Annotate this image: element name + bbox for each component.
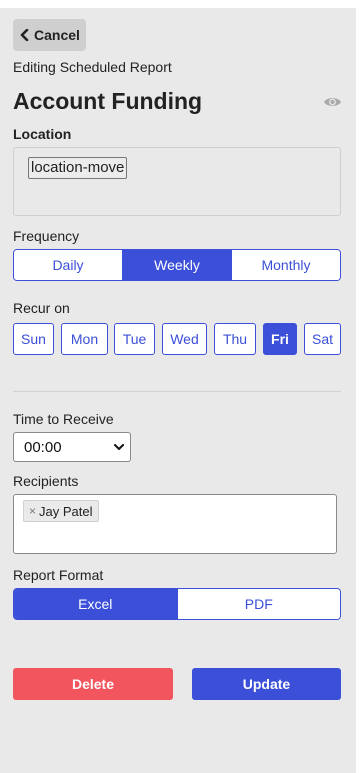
report-format-selector: Excel PDF [13, 588, 341, 620]
time-select[interactable]: 00:00 [13, 432, 131, 462]
day-sun[interactable]: Sun [13, 323, 54, 355]
frequency-label: Frequency [13, 228, 80, 244]
section-divider [13, 391, 341, 392]
day-sat[interactable]: Sat [304, 323, 341, 355]
frequency-selector: Daily Weekly Monthly [13, 249, 341, 281]
format-option-excel[interactable]: Excel [14, 589, 178, 619]
right-edge [356, 8, 361, 773]
cancel-button[interactable]: Cancel [13, 19, 86, 51]
recipients-label: Recipients [13, 473, 79, 489]
delete-button[interactable]: Delete [13, 668, 173, 700]
cancel-label: Cancel [34, 27, 80, 43]
recipient-name: Jay Patel [39, 503, 93, 519]
recipient-tag: × Jay Patel [23, 500, 99, 522]
chevron-left-icon [20, 29, 29, 41]
day-wed[interactable]: Wed [162, 323, 207, 355]
location-label: Location [13, 126, 72, 142]
time-value: 00:00 [24, 438, 62, 456]
day-thu[interactable]: Thu [214, 323, 256, 355]
recur-label: Recur on [13, 300, 70, 316]
page-subtitle: Editing Scheduled Report [13, 59, 172, 75]
day-tue[interactable]: Tue [114, 323, 155, 355]
frequency-option-monthly[interactable]: Monthly [232, 250, 340, 280]
update-button[interactable]: Update [192, 668, 341, 700]
frequency-option-weekly[interactable]: Weekly [123, 250, 232, 280]
recipients-field[interactable]: × Jay Patel [13, 494, 337, 554]
location-tag[interactable]: location-move [28, 157, 128, 179]
remove-recipient-icon[interactable]: × [29, 504, 36, 518]
eye-icon[interactable] [323, 95, 342, 109]
edit-report-panel: Cancel Editing Scheduled Report Account … [0, 8, 356, 773]
time-label: Time to Receive [13, 411, 114, 427]
chevron-down-icon [114, 444, 124, 450]
location-field[interactable]: location-move [13, 147, 341, 216]
day-mon[interactable]: Mon [61, 323, 108, 355]
day-fri[interactable]: Fri [263, 323, 297, 355]
report-format-label: Report Format [13, 567, 104, 583]
frequency-option-daily[interactable]: Daily [14, 250, 123, 280]
format-option-pdf[interactable]: PDF [177, 589, 340, 619]
page-title: Account Funding [13, 88, 203, 114]
